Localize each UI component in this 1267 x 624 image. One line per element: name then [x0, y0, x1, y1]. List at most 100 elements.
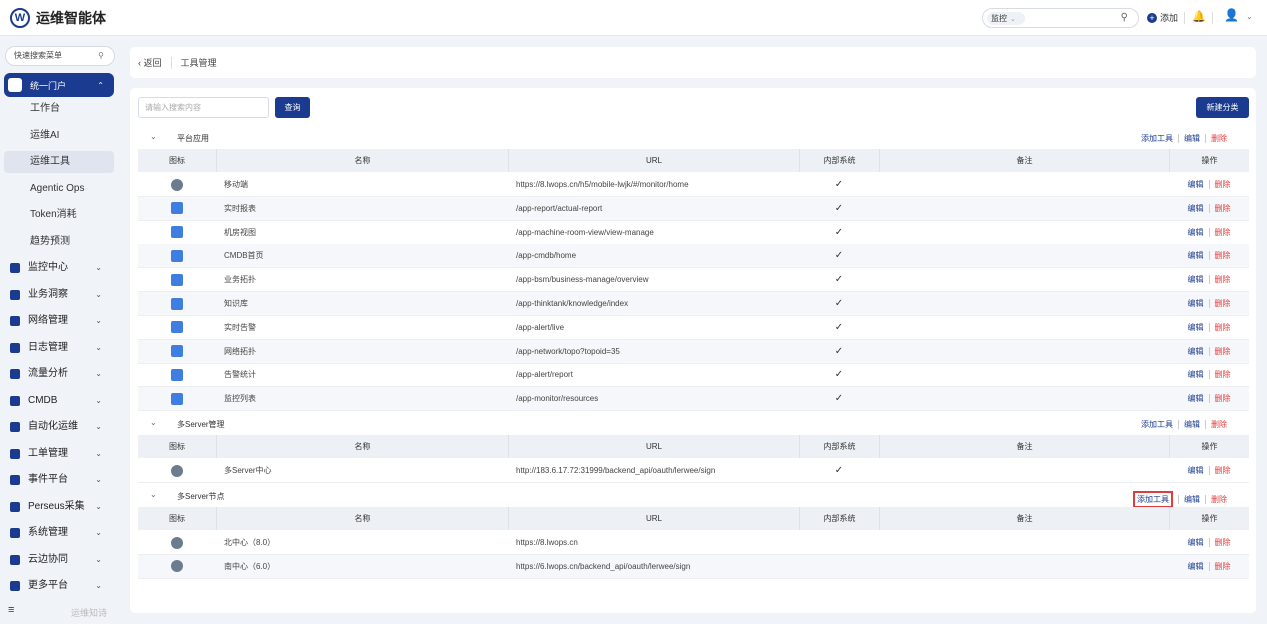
edit-link[interactable]: 编辑 — [1188, 465, 1204, 476]
tool-name: 实时报表 — [224, 203, 256, 213]
group-icon — [10, 422, 20, 432]
user-icon[interactable]: 👤 — [1224, 8, 1239, 22]
delete-link[interactable]: 删除 — [1215, 537, 1231, 548]
edit-link[interactable]: 编辑 — [1188, 227, 1204, 238]
edit-link[interactable]: 编辑 — [1184, 133, 1200, 144]
chevron-down-icon[interactable]: ⌄ — [150, 418, 157, 427]
delete-link[interactable]: 删除 — [1215, 369, 1231, 380]
breadcrumb: ‹ 返回 工具管理 — [130, 47, 1256, 78]
tool-name: 告警统计 — [224, 370, 256, 380]
add-tool-link[interactable]: 添加工具 — [1133, 491, 1173, 508]
group-icon — [10, 316, 20, 326]
sidebar-subitem[interactable]: 工作台 — [4, 98, 114, 120]
delete-link[interactable]: 删除 — [1211, 419, 1227, 430]
global-search[interactable]: 监控 ⌄ ⚲ — [982, 8, 1139, 28]
divider — [1184, 12, 1185, 24]
edit-link[interactable]: 编辑 — [1188, 274, 1204, 285]
chevron-down-icon[interactable]: ⌄ — [150, 490, 157, 499]
sidebar-group[interactable]: 监控中心 ⌄ — [4, 257, 114, 279]
sidebar-subitem[interactable]: Token消耗 — [4, 204, 114, 226]
edit-link[interactable]: 编辑 — [1188, 369, 1204, 380]
section-name: 多Server节点 — [177, 492, 225, 501]
edit-link[interactable]: 编辑 — [1188, 179, 1204, 190]
divider — [1208, 466, 1210, 475]
bell-icon[interactable]: 🔔 — [1192, 10, 1206, 23]
new-category-button[interactable]: 新建分类 — [1196, 97, 1249, 118]
menu-icon[interactable]: ≡ — [8, 604, 14, 616]
sidebar-group[interactable]: 日志管理 ⌄ — [4, 337, 114, 359]
sidebar-group[interactable]: 系统管理 ⌄ — [4, 522, 114, 544]
app-logo[interactable]: W 运维智能体 — [10, 8, 106, 28]
chevron-down-icon[interactable]: ⌄ — [1246, 12, 1253, 21]
tool-name: 机房视图 — [224, 227, 256, 237]
search-input[interactable]: 请输入搜索内容 — [138, 97, 269, 118]
section-name: 平台应用 — [177, 134, 209, 143]
sidebar-group[interactable]: 云边协同 ⌄ — [4, 549, 114, 571]
edit-link[interactable]: 编辑 — [1184, 419, 1200, 430]
column-header-name: 名称 — [216, 149, 508, 172]
delete-link[interactable]: 删除 — [1211, 133, 1227, 144]
delete-link[interactable]: 删除 — [1215, 393, 1231, 404]
chat-icon — [171, 178, 183, 191]
column-header-icon: 图标 — [169, 442, 185, 451]
delete-link[interactable]: 删除 — [1215, 322, 1231, 333]
search-scope-select[interactable]: 监控 ⌄ — [987, 12, 1025, 25]
sidebar-group[interactable]: Perseus采集 ⌄ — [4, 496, 114, 518]
row-actions: 编辑 删除 — [1169, 268, 1249, 291]
sidebar-group-label: 日志管理 — [28, 341, 68, 353]
edit-link[interactable]: 编辑 — [1188, 203, 1204, 214]
delete-link[interactable]: 删除 — [1215, 250, 1231, 261]
edit-link[interactable]: 编辑 — [1184, 494, 1200, 505]
table-row: 机房视图/app-machine-room-view/view-manage ✓ 编… — [138, 221, 1249, 245]
search-icon[interactable]: ⚲ — [1121, 12, 1128, 23]
sidebar-group[interactable]: 更多平台 ⌄ — [4, 575, 114, 597]
edit-link[interactable]: 编辑 — [1188, 298, 1204, 309]
edit-link[interactable]: 编辑 — [1188, 537, 1204, 548]
tool-name: 实时告警 — [224, 322, 256, 332]
query-button[interactable]: 查询 — [275, 97, 310, 118]
sidebar-group[interactable]: 自动化运维 ⌄ — [4, 416, 114, 438]
sidebar-subitem[interactable]: 运维AI — [4, 125, 114, 147]
sidebar-group[interactable]: CMDB ⌄ — [4, 390, 114, 412]
delete-link[interactable]: 删除 — [1215, 346, 1231, 357]
delete-link[interactable]: 删除 — [1211, 494, 1227, 505]
delete-link[interactable]: 删除 — [1215, 465, 1231, 476]
delete-link[interactable]: 删除 — [1215, 203, 1231, 214]
sidebar-item-portal[interactable]: 统一门户 ⌃ — [4, 73, 114, 97]
edit-link[interactable]: 编辑 — [1188, 346, 1204, 357]
sidebar-subitem[interactable]: Agentic Ops — [4, 178, 114, 200]
group-icon — [10, 289, 20, 300]
cmdb-icon — [171, 249, 183, 262]
tool-name: 移动端 — [224, 180, 248, 189]
sidebar-group[interactable]: 网络管理 ⌄ — [4, 310, 114, 332]
edit-link[interactable]: 编辑 — [1188, 393, 1204, 404]
sidebar-group[interactable]: 事件平台 ⌄ — [4, 469, 114, 491]
chevron-down-icon[interactable]: ⌄ — [150, 132, 157, 141]
note-cell — [879, 292, 1169, 315]
edit-link[interactable]: 编辑 — [1188, 561, 1204, 572]
delete-link[interactable]: 删除 — [1215, 561, 1231, 572]
sidebar-subitem[interactable]: 运维工具 — [4, 151, 114, 173]
internal-check: ✓ — [799, 268, 879, 291]
delete-link[interactable]: 删除 — [1215, 298, 1231, 309]
edit-link[interactable]: 编辑 — [1188, 322, 1204, 333]
sidebar-subitem[interactable]: 趋势预测 — [4, 231, 114, 253]
add-button[interactable]: + 添加 — [1147, 11, 1178, 24]
menu-search-input[interactable]: 快速搜索菜单 ⚲ — [5, 46, 115, 66]
add-tool-link[interactable]: 添加工具 — [1141, 133, 1173, 144]
sidebar-group[interactable]: 业务洞察 ⌄ — [4, 284, 114, 306]
add-tool-link[interactable]: 添加工具 — [1141, 419, 1173, 430]
sidebar-group[interactable]: 工单管理 ⌄ — [4, 443, 114, 465]
row-actions: 编辑 删除 — [1169, 531, 1249, 554]
check-icon: ✓ — [834, 393, 844, 405]
tool-url: /app-monitor/resources — [516, 394, 599, 404]
column-header-internal: 内部系统 — [799, 507, 879, 530]
sidebar-group[interactable]: 流量分析 ⌄ — [4, 363, 114, 385]
search-icon: ⚲ — [98, 51, 104, 60]
group-icon — [10, 501, 20, 512]
delete-link[interactable]: 删除 — [1215, 274, 1231, 285]
delete-link[interactable]: 删除 — [1215, 179, 1231, 190]
back-link[interactable]: ‹ 返回 — [138, 56, 162, 69]
edit-link[interactable]: 编辑 — [1188, 250, 1204, 261]
delete-link[interactable]: 删除 — [1215, 227, 1231, 238]
